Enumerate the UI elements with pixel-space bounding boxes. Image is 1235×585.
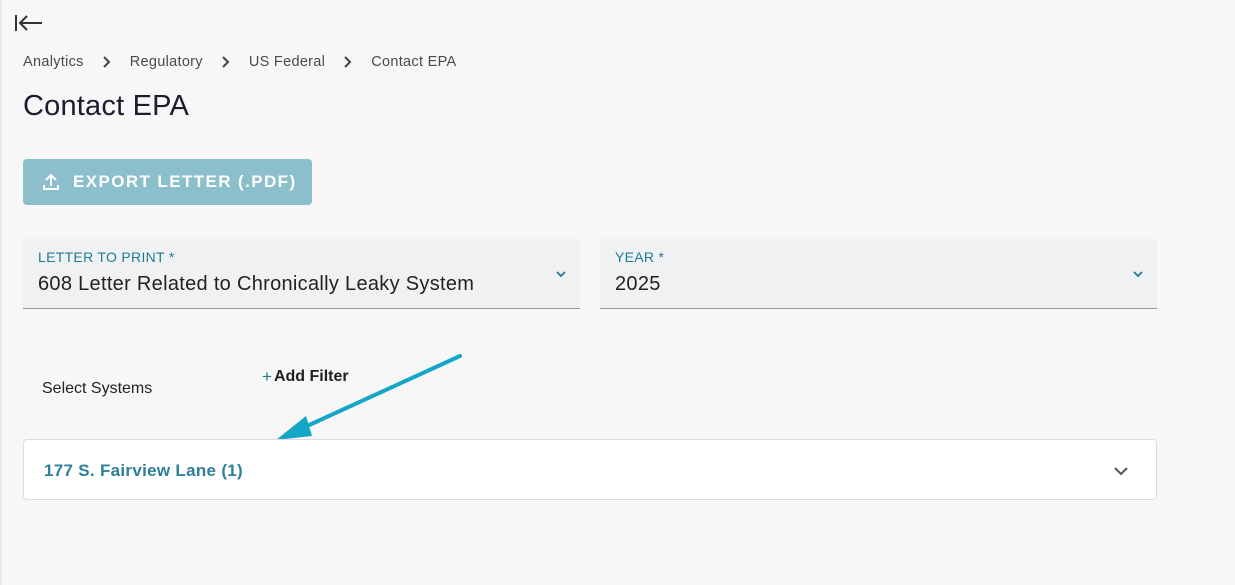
year-value: 2025	[615, 273, 661, 295]
breadcrumb-analytics[interactable]: Analytics	[23, 54, 84, 70]
annotation-arrow-icon	[276, 354, 462, 440]
year-select[interactable]: YEAR * 2025	[600, 239, 1157, 309]
collapse-sidebar-icon	[15, 15, 42, 31]
breadcrumb-regulatory[interactable]: Regulatory	[130, 54, 203, 70]
chevron-down-icon	[556, 271, 566, 278]
export-letter-button[interactable]: EXPORT LETTER (.PDF)	[23, 159, 312, 205]
system-title: 177 S. Fairview Lane (1)	[44, 461, 244, 480]
plus-icon: +	[262, 367, 272, 386]
chevron-right-icon	[325, 55, 371, 69]
chevron-right-icon	[203, 55, 249, 69]
letter-to-print-select[interactable]: LETTER TO PRINT * 608 Letter Related to …	[23, 239, 580, 309]
select-systems-label: Select Systems	[42, 380, 153, 397]
letter-to-print-label: LETTER TO PRINT *	[38, 249, 175, 265]
year-label: YEAR *	[615, 249, 665, 265]
page-title: Contact EPA	[23, 90, 190, 122]
chevron-down-icon	[1133, 271, 1143, 278]
letter-to-print-value: 608 Letter Related to Chronically Leaky …	[38, 273, 475, 295]
chevron-right-icon	[84, 55, 130, 69]
collapse-sidebar-button[interactable]	[14, 12, 44, 34]
chevron-down-icon	[1114, 467, 1128, 476]
upload-icon	[41, 172, 61, 192]
breadcrumb-us-federal[interactable]: US Federal	[249, 54, 325, 70]
export-letter-label: EXPORT LETTER (.PDF)	[73, 172, 297, 191]
breadcrumb-contact-epa: Contact EPA	[371, 54, 457, 70]
breadcrumb: Analytics Regulatory US Federal Contact …	[23, 54, 456, 70]
system-accordion-item[interactable]: 177 S. Fairview Lane (1)	[23, 439, 1157, 500]
